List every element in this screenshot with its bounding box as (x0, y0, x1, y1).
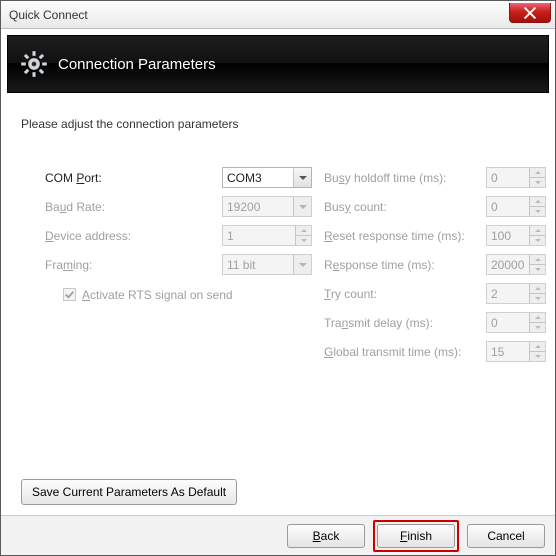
framing-combo: 11 bit (222, 254, 312, 275)
transmit-delay-spin: 0 (486, 312, 546, 333)
baud-rate-label: Baud Rate: (45, 200, 210, 214)
busy-count-label: Busy count: (324, 200, 474, 214)
busy-holdoff-spin: 0 (486, 167, 546, 188)
chevron-down-icon (293, 168, 311, 187)
dialog-window: Quick Connect Connection Parameters Plea… (0, 0, 556, 556)
form-grid: COM Port: COM3 Busy holdoff time (ms): 0… (45, 167, 535, 362)
gear-icon (20, 50, 48, 78)
busy-holdoff-label: Busy holdoff time (ms): (324, 171, 474, 185)
response-time-spin: 20000 (486, 254, 546, 275)
close-button[interactable] (509, 3, 551, 23)
back-button[interactable]: Back (287, 524, 365, 548)
activate-rts-row: Activate RTS signal on send (63, 288, 312, 302)
busy-count-spin: 0 (486, 196, 546, 217)
banner: Connection Parameters (7, 35, 549, 93)
chevron-down-icon (293, 255, 311, 274)
com-port-label: COM Port: (45, 171, 210, 185)
titlebar: Quick Connect (1, 1, 555, 29)
try-count-spin: 2 (486, 283, 546, 304)
activate-rts-checkbox (63, 288, 76, 301)
framing-label: Framing: (45, 258, 210, 272)
transmit-delay-label: Transmit delay (ms): (324, 316, 474, 330)
finish-highlight: Finish (373, 520, 459, 552)
try-count-label: Try count: (324, 287, 474, 301)
global-transmit-spin: 15 (486, 341, 546, 362)
response-time-label: Response time (ms): (324, 258, 474, 272)
cancel-button[interactable]: Cancel (467, 524, 545, 548)
baud-rate-combo: 19200 (222, 196, 312, 217)
com-port-combo[interactable]: COM3 (222, 167, 312, 188)
save-default-button[interactable]: Save Current Parameters As Default (21, 479, 237, 505)
footer: Back Finish Cancel (1, 515, 555, 555)
reset-response-spin: 100 (486, 225, 546, 246)
finish-button[interactable]: Finish (377, 524, 455, 548)
reset-response-label: Reset response time (ms): (324, 229, 474, 243)
activate-rts-label: Activate RTS signal on send (82, 288, 233, 302)
banner-title: Connection Parameters (58, 56, 216, 73)
global-transmit-label: Global transmit time (ms): (324, 345, 474, 359)
device-address-spin: 1 (222, 225, 312, 246)
instruction-text: Please adjust the connection parameters (21, 117, 535, 131)
device-address-label: Device address: (45, 229, 210, 243)
close-icon (524, 7, 536, 19)
chevron-down-icon (293, 197, 311, 216)
window-title: Quick Connect (9, 8, 88, 22)
check-icon (64, 289, 75, 300)
content-area: Please adjust the connection parameters … (1, 93, 555, 515)
